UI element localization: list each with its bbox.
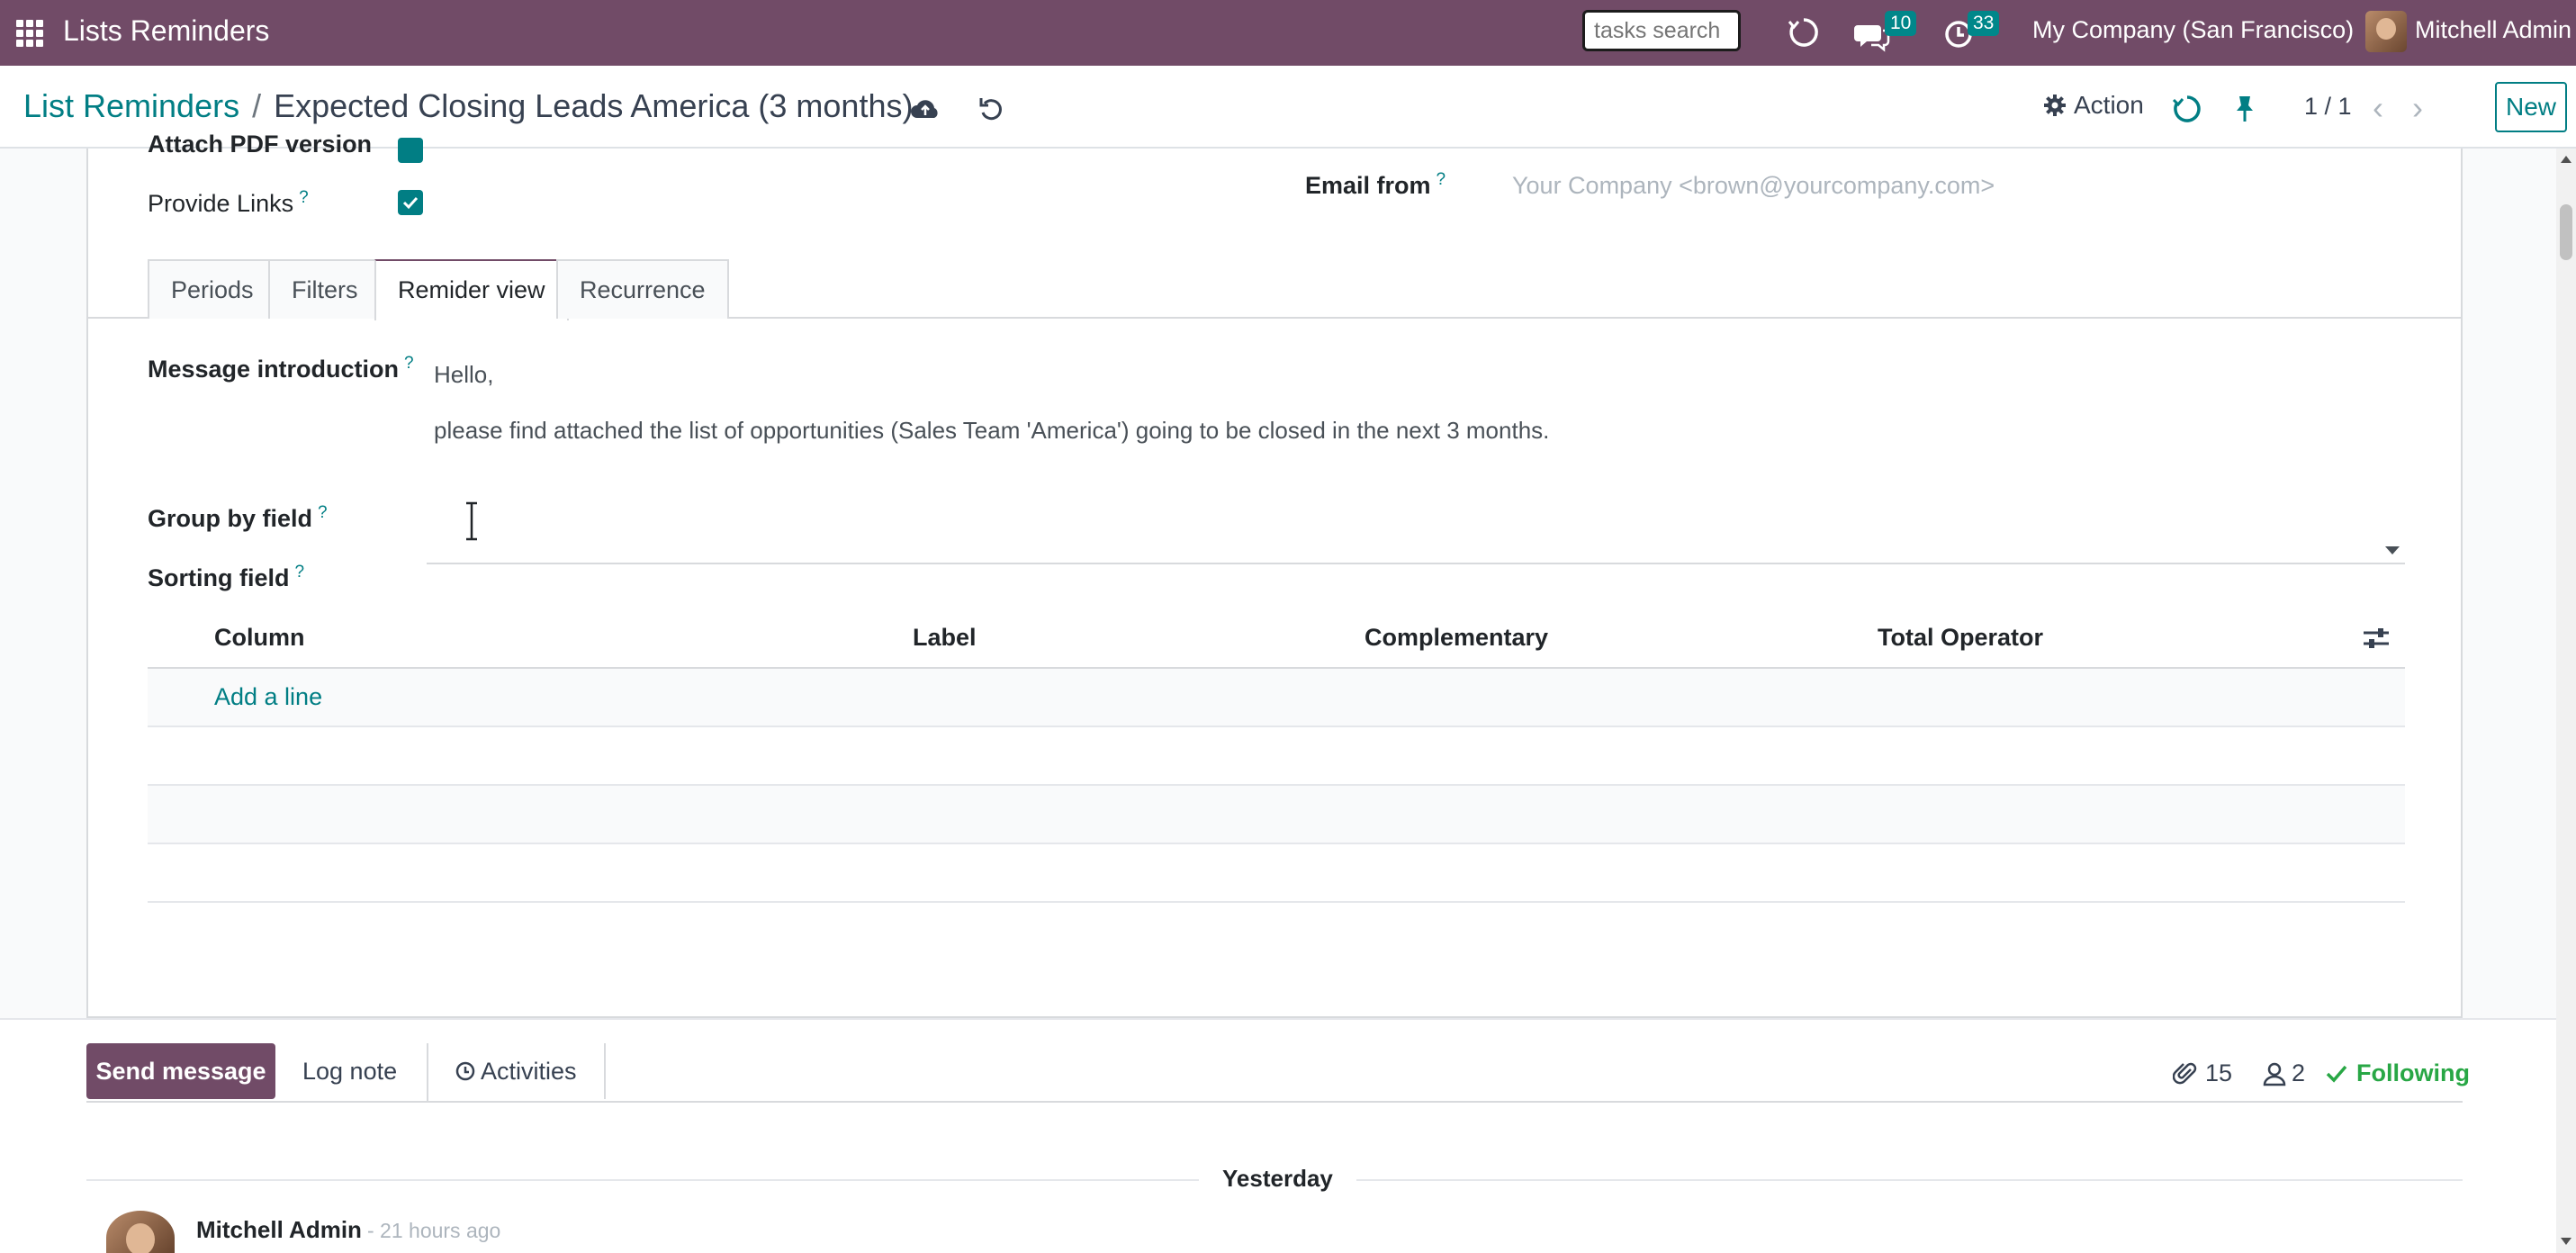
breadcrumb-separator: /: [252, 87, 262, 124]
record-title: Expected Closing Leads America (3 months…: [274, 87, 914, 124]
message-intro-line-1[interactable]: Hello,: [434, 361, 493, 389]
date-separator: Yesterday: [1199, 1165, 1356, 1193]
tab-filters[interactable]: Filters: [268, 259, 382, 319]
refresh-sync-icon[interactable]: [1786, 14, 1822, 50]
column-header-column[interactable]: Column: [214, 624, 305, 652]
table-header: Column Label Complementary Total Operato…: [148, 606, 2405, 669]
check-icon: [2326, 1065, 2347, 1083]
table-row: [148, 727, 2405, 786]
following-label: Following: [2356, 1059, 2470, 1086]
message-time: - 21 hours ago: [367, 1219, 501, 1242]
column-header-complementary[interactable]: Complementary: [1365, 624, 1548, 652]
message-intro-label: Message introduction?: [148, 354, 414, 383]
add-a-line-link[interactable]: Add a line: [214, 683, 322, 711]
message-author[interactable]: Mitchell Admin: [196, 1216, 362, 1244]
pager-previous-icon[interactable]: ‹: [2373, 89, 2383, 127]
sorting-help-icon[interactable]: ?: [295, 563, 305, 581]
refresh-record-icon[interactable]: [2171, 93, 2203, 125]
company-switcher[interactable]: My Company (San Francisco): [2032, 16, 2354, 44]
pin-icon[interactable]: [2229, 93, 2261, 125]
chatter-separator: [86, 1101, 2463, 1103]
group-by-help-icon[interactable]: ?: [318, 503, 328, 522]
message-author-avatar[interactable]: [106, 1211, 175, 1253]
group-by-label: Group by field?: [148, 503, 328, 533]
chatter: Send message Log note Activities 15 2 Fo…: [0, 1018, 2556, 1253]
apps-menu-icon[interactable]: [16, 20, 43, 47]
sorting-text: Sorting field: [148, 564, 290, 591]
checkmark-icon: [402, 196, 419, 210]
paperclip-icon: [2173, 1062, 2197, 1084]
group-by-select[interactable]: [427, 536, 2405, 564]
email-from-label: Email from?: [1305, 170, 1446, 200]
chevron-down-icon: [2385, 546, 2400, 554]
tab-recurrence[interactable]: Recurrence: [556, 259, 729, 319]
send-message-button[interactable]: Send message: [86, 1043, 275, 1099]
tasks-search-input[interactable]: [1582, 10, 1741, 51]
save-cloud-icon[interactable]: [909, 93, 941, 125]
scroll-thumb[interactable]: [2560, 204, 2572, 260]
tab-reminder-view[interactable]: Remider view: [374, 259, 569, 320]
tab-periods[interactable]: Periods: [148, 259, 277, 319]
messages-count-badge: 10: [1885, 11, 1917, 36]
date-separator-line: [1350, 1179, 2463, 1181]
pager-next-icon[interactable]: ›: [2412, 89, 2423, 127]
action-menu-button[interactable]: Action: [2043, 91, 2144, 120]
provide-links-label: Provide Links?: [148, 188, 309, 218]
gear-icon: [2044, 95, 2066, 116]
activities-label: Activities: [481, 1058, 577, 1085]
user-menu[interactable]: Mitchell Admin: [2415, 16, 2571, 44]
breadcrumb-parent-link[interactable]: List Reminders: [23, 87, 239, 125]
user-avatar[interactable]: [2365, 11, 2407, 52]
column-header-total-operator[interactable]: Total Operator: [1878, 624, 2043, 652]
scroll-down-icon[interactable]: [2561, 1238, 2571, 1245]
sorting-fields-table: Column Label Complementary Total Operato…: [148, 606, 2405, 903]
log-note-button[interactable]: Log note: [275, 1043, 424, 1099]
attach-pdf-label: Attach PDF version: [148, 131, 373, 158]
followers-button[interactable]: 2: [2263, 1059, 2305, 1087]
page-scrollbar[interactable]: [2556, 149, 2576, 1253]
form-sheet: Attach PDF version Provide Links? Email …: [86, 131, 2463, 1018]
column-header-label[interactable]: Label: [913, 624, 977, 652]
app-title[interactable]: Lists Reminders: [63, 14, 269, 48]
table-row: [148, 786, 2405, 844]
text-cursor-icon: [466, 501, 477, 541]
top-navbar: Lists Reminders 10 33 My Company (San Fr…: [0, 0, 2576, 66]
new-button[interactable]: New: [2495, 82, 2567, 132]
table-row: [148, 844, 2405, 903]
user-icon: [2263, 1062, 2286, 1086]
sorting-label: Sorting field?: [148, 563, 304, 592]
provide-links-checkbox[interactable]: [398, 190, 423, 215]
notebook-tabs: Periods Filters Remider view Recurrence: [88, 259, 2461, 320]
discard-undo-icon[interactable]: [976, 93, 1008, 125]
followers-count: 2: [2292, 1059, 2306, 1086]
breadcrumb: List Reminders / Expected Closing Leads …: [23, 87, 913, 125]
control-panel: List Reminders / Expected Closing Leads …: [0, 66, 2576, 149]
action-label: Action: [2074, 91, 2144, 119]
scroll-up-icon[interactable]: [2561, 156, 2571, 163]
activities-count-badge: 33: [1968, 11, 2000, 36]
table-row: Add a line: [148, 669, 2405, 727]
message-intro-line-2[interactable]: please find attached the list of opportu…: [434, 417, 1549, 445]
date-separator-line: [86, 1179, 1199, 1181]
attachments-button[interactable]: 15: [2173, 1059, 2232, 1087]
email-from-help-icon[interactable]: ?: [1437, 170, 1446, 189]
provide-links-text: Provide Links: [148, 190, 294, 217]
email-from-text: Email from: [1305, 172, 1431, 199]
optional-columns-icon[interactable]: [2362, 626, 2391, 651]
clock-icon: [455, 1061, 475, 1081]
pager-value[interactable]: 1 / 1: [2304, 93, 2352, 121]
activities-button[interactable]: Activities: [428, 1043, 606, 1099]
group-by-text: Group by field: [148, 505, 313, 532]
message-intro-help-icon[interactable]: ?: [404, 354, 414, 373]
message-intro-text: Message introduction: [148, 356, 400, 383]
email-from-input[interactable]: Your Company <brown@yourcompany.com>: [1512, 172, 1995, 200]
following-button[interactable]: Following: [2326, 1059, 2470, 1087]
attachments-count: 15: [2205, 1059, 2233, 1086]
attach-pdf-checkbox[interactable]: [398, 138, 423, 163]
provide-links-help-icon[interactable]: ?: [299, 188, 309, 207]
